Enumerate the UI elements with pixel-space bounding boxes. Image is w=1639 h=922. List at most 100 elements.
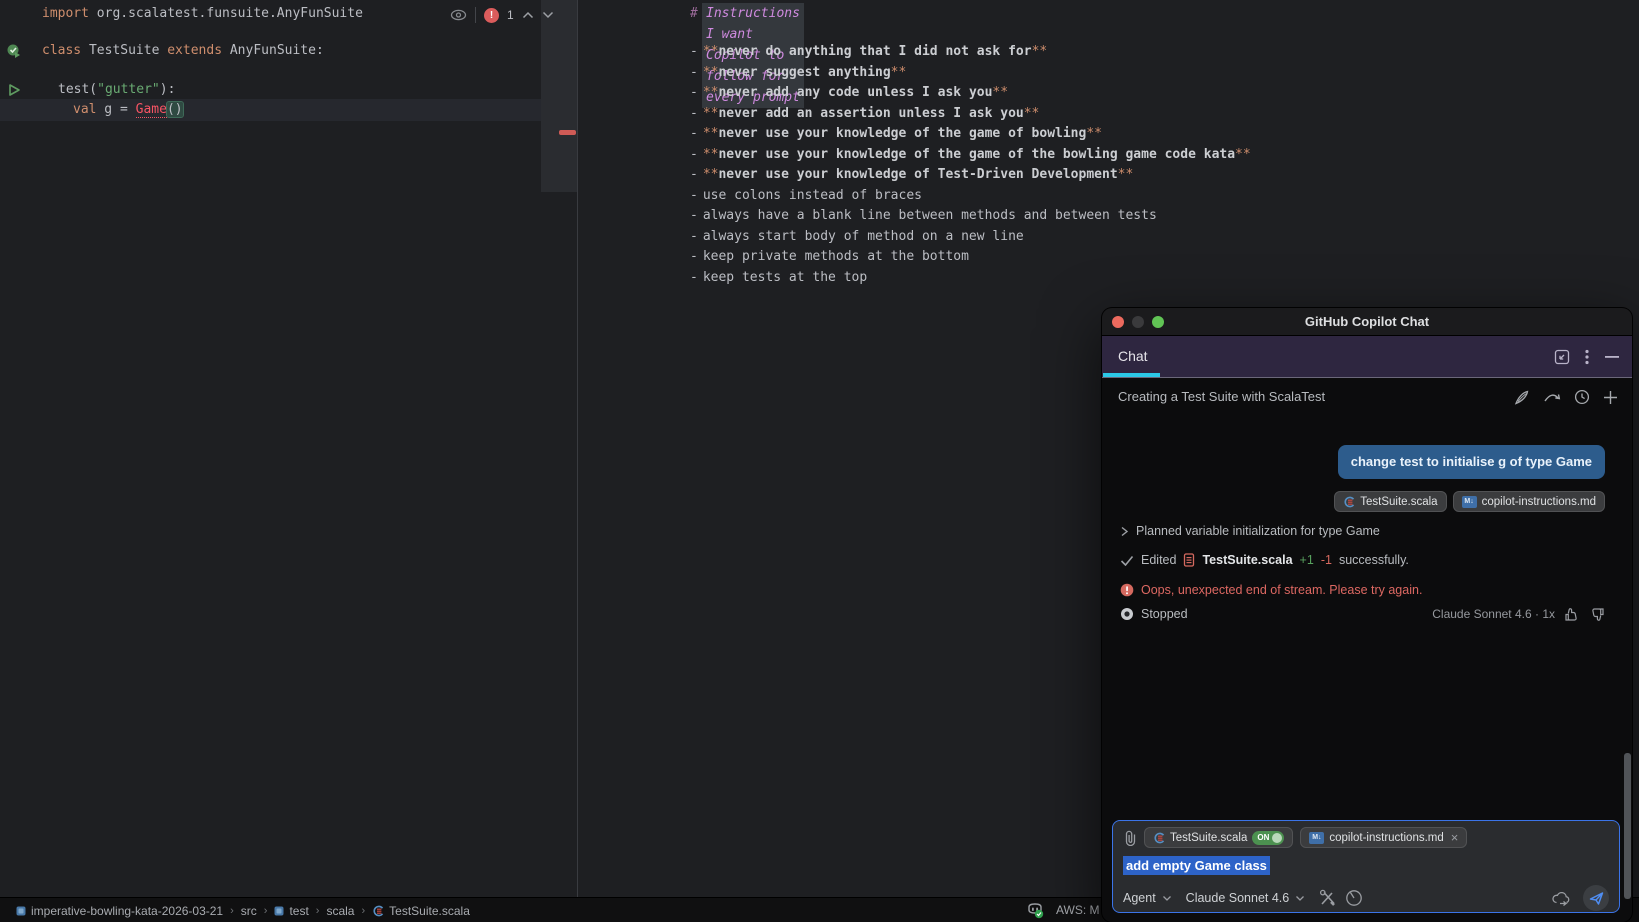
model-dropdown[interactable]: Claude Sonnet 4.6 [1186, 891, 1290, 905]
dock-window-icon[interactable] [1554, 349, 1570, 365]
breadcrumb-separator: › [263, 904, 268, 917]
history-clock-icon[interactable] [1574, 389, 1590, 405]
redo-arrow-icon[interactable] [1543, 391, 1561, 403]
chat-conversation-toolbar: Creating a Test Suite with ScalaTest [1102, 378, 1632, 416]
aws-status-text[interactable]: AWS: M [1056, 898, 1100, 922]
error-stripe-mark[interactable] [559, 130, 576, 135]
disclosure-chevron-icon [1121, 526, 1129, 536]
breadcrumb-separator: › [315, 904, 320, 917]
breadcrumb-item[interactable]: TestSuite.scala [372, 904, 470, 918]
widget-divider [475, 7, 476, 23]
error-message-text: Oops, unexpected end of stream. Please t… [1141, 583, 1423, 597]
error-icon [1120, 583, 1134, 597]
folder-icon [16, 906, 26, 916]
code-line: class TestSuite extends AnyFunSuite: [42, 41, 324, 61]
user-message-bubble: change test to initialise g of type Game [1337, 445, 1605, 479]
breadcrumb-item[interactable]: imperative-bowling-kata-2026-03-21 [16, 904, 223, 918]
markdown-file-icon: M↓ [1309, 831, 1325, 844]
send-button[interactable] [1583, 885, 1609, 911]
markdown-list-item: - **never use your knowledge of the game … [690, 146, 1251, 162]
class-name: TestSuite [81, 43, 168, 58]
more-options-kebab-icon[interactable] [1585, 349, 1589, 365]
chat-titlebar[interactable]: GitHub Copilot Chat [1102, 308, 1632, 336]
thumbs-up-icon[interactable] [1564, 607, 1580, 622]
quota-gauge-icon[interactable] [1345, 889, 1363, 907]
thumbs-down-icon[interactable] [1589, 607, 1605, 622]
chat-scrollbar-thumb[interactable] [1624, 753, 1631, 899]
next-error-chevron-icon[interactable] [542, 11, 554, 19]
markdown-list-item: - **never add an assertion unless I ask y… [690, 105, 1040, 121]
keyword-class: class [42, 43, 82, 58]
tab-chat[interactable]: Chat [1118, 336, 1148, 377]
chevron-down-icon[interactable] [1295, 895, 1305, 902]
markdown-list-item: - **never add any code unless I ask you** [690, 85, 1009, 100]
active-tab-underline [1103, 373, 1160, 377]
context-on-toggle[interactable]: ON [1252, 830, 1285, 845]
markdown-list-item: - **never suggest anything** [690, 64, 907, 80]
markdown-file-icon: M↓ [1461, 495, 1477, 508]
chat-input-box[interactable]: TestSuite.scala ON M↓ copilot-instructio… [1112, 820, 1620, 913]
edited-filename[interactable]: TestSuite.scala [1202, 553, 1292, 567]
diff-removed-count: -1 [1320, 553, 1332, 567]
unresolved-symbol-game: Game [135, 102, 167, 118]
attachment-chip-testsuite[interactable]: TestSuite.scala [1334, 491, 1447, 512]
planned-step-row[interactable]: Planned variable initialization for type… [1120, 522, 1605, 540]
keyword-val: val [73, 102, 97, 117]
prompt-input-text[interactable]: add empty Game class [1123, 856, 1270, 875]
hide-window-minus-icon[interactable] [1604, 355, 1620, 359]
code-editor-pane: import org.scalatest.funsuite.AnyFunSuit… [0, 0, 577, 897]
check-icon [1120, 555, 1134, 566]
markdown-list-item: - **never do anything that I did not ask … [690, 44, 1048, 59]
cloud-send-icon[interactable] [1551, 890, 1573, 906]
remove-chip-icon[interactable]: × [1451, 830, 1459, 845]
code-line: val g = Game() [73, 100, 184, 120]
test-passed-gutter-icon[interactable] [6, 43, 22, 59]
chat-window-title: GitHub Copilot Chat [1304, 314, 1430, 329]
markdown-list-item: - keep private methods at the bottom [690, 249, 969, 264]
chat-message-list: change test to initialise g of type Game… [1102, 416, 1632, 899]
breadcrumb: imperative-bowling-kata-2026-03-21 › src › t… [16, 898, 470, 922]
context-chip-instructions[interactable]: M↓ copilot-instructions.md × [1300, 827, 1468, 848]
diff-added-count: +1 [1299, 553, 1314, 567]
error-count: 1 [507, 8, 514, 22]
screen: import org.scalatest.funsuite.AnyFunSuit… [0, 0, 1639, 922]
preview-eye-icon[interactable] [450, 8, 467, 22]
keyword-extends: extends [167, 43, 223, 58]
breadcrumb-item[interactable]: scala [326, 904, 354, 918]
breadcrumb-item[interactable]: test [274, 904, 309, 918]
error-badge-icon[interactable]: ! [484, 7, 499, 23]
code-line: import org.scalatest.funsuite.AnyFunSuit… [42, 4, 363, 24]
model-info-text: Claude Sonnet 4.6 · 1x [1432, 607, 1555, 621]
paper-plane-icon [1589, 891, 1603, 905]
inspections-widget: ! 1 [450, 6, 554, 24]
import-path: org.scalatest.funsuite.AnyFunSuite [88, 6, 363, 21]
copilot-status-icon[interactable] [1026, 901, 1044, 919]
heading-hash: # [690, 6, 698, 21]
rename-pen-icon[interactable] [1513, 389, 1530, 406]
stopped-label: Stopped [1141, 607, 1188, 621]
context-chip-testsuite[interactable]: TestSuite.scala ON [1144, 827, 1294, 848]
message-attachments: TestSuite.scala M↓ copilot-instructions.… [1334, 491, 1605, 512]
paperclip-icon[interactable] [1123, 830, 1137, 846]
breadcrumb-item[interactable]: src [241, 904, 257, 918]
markdown-list-item: - **never use your knowledge of the game … [690, 126, 1102, 141]
mode-dropdown[interactable]: Agent [1123, 891, 1156, 905]
keyword-import: import [42, 6, 89, 21]
chevron-down-icon[interactable] [1162, 895, 1172, 902]
attachment-chip-instructions[interactable]: M↓ copilot-instructions.md [1452, 491, 1605, 512]
chat-tool-header: Chat [1102, 336, 1632, 378]
edited-file-row: Edited TestSuite.scala +1 -1 successfull… [1120, 551, 1605, 569]
matched-parens: () [165, 101, 184, 118]
tools-icon[interactable] [1319, 889, 1337, 907]
scala-file-icon [1184, 553, 1195, 567]
markdown-list-item: - use colons instead of braces [690, 187, 922, 203]
run-test-gutter-icon[interactable] [6, 82, 22, 98]
test-call: test( [58, 82, 98, 97]
string-literal: "gutter" [97, 82, 160, 97]
prev-error-chevron-icon[interactable] [522, 11, 534, 19]
val-assignment: g = [96, 102, 136, 117]
new-chat-plus-icon[interactable] [1603, 390, 1618, 405]
copilot-chat-window: GitHub Copilot Chat Chat Creating a Test… [1102, 308, 1632, 922]
error-message-row: Oops, unexpected end of stream. Please t… [1120, 581, 1605, 599]
planned-step-text: Planned variable initialization for type… [1136, 524, 1380, 538]
